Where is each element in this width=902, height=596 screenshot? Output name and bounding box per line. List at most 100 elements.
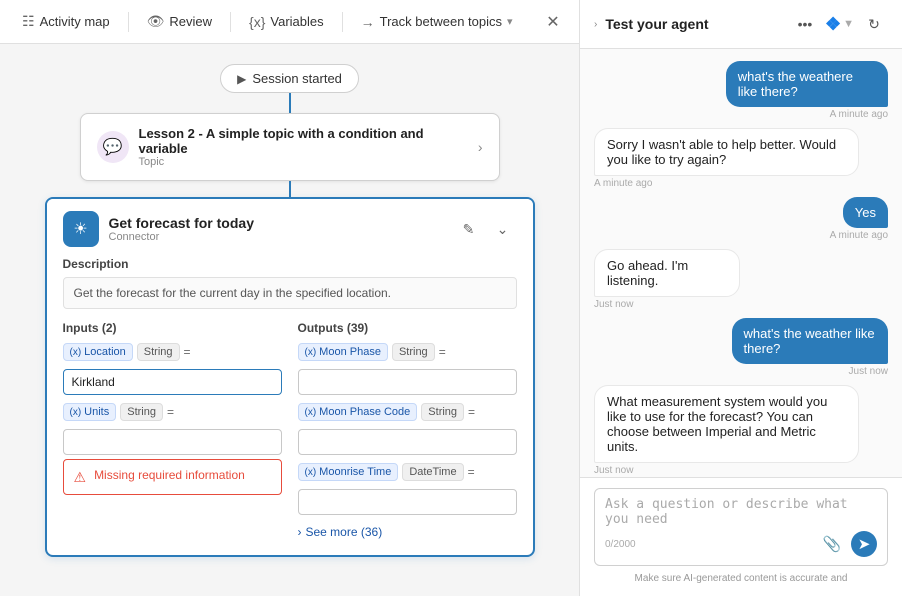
message-6: What measurement system would you like t… bbox=[594, 385, 859, 463]
moonrise-time-input[interactable] bbox=[298, 489, 517, 515]
input-row-location: (x) Location String = bbox=[63, 343, 282, 361]
nav-review[interactable]: 👁 Review bbox=[137, 7, 222, 36]
edit-button[interactable]: ✎ bbox=[455, 215, 483, 243]
attach-button[interactable]: 📎 bbox=[819, 531, 845, 557]
chat-input[interactable] bbox=[605, 497, 877, 527]
moon-phase-code-type-badge: String bbox=[421, 403, 464, 421]
connector-body: Description Get the forecast for the cur… bbox=[47, 257, 533, 555]
outputs-header: Outputs (39) bbox=[298, 321, 517, 335]
message-5-time: Just now bbox=[849, 366, 888, 377]
top-nav: ☷ Activity map 👁 Review {x} Variables → … bbox=[0, 0, 579, 44]
moon-phase-code-input[interactable] bbox=[298, 429, 517, 455]
message-6-time: Just now bbox=[594, 465, 633, 476]
chat-panel-title: Test your agent bbox=[605, 16, 783, 32]
message-2: Sorry I wasn't able to help better. Woul… bbox=[594, 128, 859, 176]
review-icon: 👁 bbox=[147, 13, 165, 30]
topic-chevron-icon: › bbox=[478, 139, 483, 155]
location-input[interactable] bbox=[63, 369, 282, 395]
refresh-button[interactable]: ↻ bbox=[860, 10, 888, 38]
location-eq: = bbox=[184, 345, 191, 359]
session-started-node: ▶ Session started bbox=[220, 64, 359, 93]
description-label: Description bbox=[63, 257, 517, 271]
error-text: Missing required information bbox=[94, 468, 245, 482]
chat-messages: what's the weathere like there? A minute… bbox=[580, 49, 902, 477]
moon-phase-eq: = bbox=[439, 345, 446, 359]
units-var-badge: (x) Units bbox=[63, 403, 117, 421]
expand-button[interactable]: ⌄ bbox=[489, 215, 517, 243]
inputs-column: Inputs (2) (x) Location String = bbox=[63, 321, 282, 539]
message-3: Yes bbox=[843, 197, 888, 228]
input-row-units: (x) Units String = bbox=[63, 403, 282, 421]
connector-title: Get forecast for today bbox=[109, 215, 445, 231]
nav-track-between-topics[interactable]: → Track between topics ▾ bbox=[351, 8, 523, 36]
connector-type: Connector bbox=[109, 231, 445, 243]
output-row-moon-phase-code: (x) Moon Phase Code String = bbox=[298, 403, 517, 421]
more-options-button[interactable]: ••• bbox=[791, 10, 819, 38]
moon-phase-code-eq: = bbox=[468, 405, 475, 419]
error-box: ⚠ Missing required information bbox=[63, 459, 282, 495]
topic-icon: 💬 bbox=[97, 131, 129, 163]
nav-activity-map[interactable]: ☷ Activity map bbox=[12, 7, 120, 36]
message-4-time: Just now bbox=[594, 299, 633, 310]
message-1-time: A minute ago bbox=[830, 109, 888, 120]
chat-disclaimer: Make sure AI-generated content is accura… bbox=[594, 572, 888, 586]
message-1: what's the weathere like there? bbox=[726, 61, 888, 107]
nav-divider-3 bbox=[342, 12, 343, 32]
see-more-button[interactable]: › See more (36) bbox=[298, 525, 517, 539]
output-row-moon-phase: (x) Moon Phase String = bbox=[298, 343, 517, 361]
connector-actions: ✎ ⌄ bbox=[455, 215, 517, 243]
nav-divider-1 bbox=[128, 12, 129, 32]
nav-divider-2 bbox=[230, 12, 231, 32]
moonrise-time-var-badge: (x) Moonrise Time bbox=[298, 463, 399, 481]
track-dropdown-icon: ▾ bbox=[507, 15, 513, 28]
units-input[interactable] bbox=[63, 429, 282, 455]
track-icon: → bbox=[361, 14, 375, 30]
topic-title: Lesson 2 - A simple topic with a conditi… bbox=[139, 126, 468, 156]
flow-line-2 bbox=[289, 181, 291, 197]
outputs-column: Outputs (39) (x) Moon Phase String = bbox=[298, 321, 517, 539]
chat-title-dot: › bbox=[594, 19, 597, 30]
moonrise-time-type-badge: DateTime bbox=[402, 463, 463, 481]
close-button[interactable]: ✕ bbox=[539, 8, 567, 36]
message-2-time: A minute ago bbox=[594, 178, 652, 189]
send-button[interactable]: ➤ bbox=[851, 531, 877, 557]
moon-phase-var-badge: (x) Moon Phase bbox=[298, 343, 388, 361]
nav-variables[interactable]: {x} Variables bbox=[239, 8, 334, 36]
play-icon: ▶ bbox=[237, 72, 246, 86]
chat-input-box: 0/2000 📎 ➤ bbox=[594, 488, 888, 566]
output-row-moonrise-time: (x) Moonrise Time DateTime = bbox=[298, 463, 517, 481]
moonrise-time-eq: = bbox=[468, 465, 475, 479]
topic-node[interactable]: 💬 Lesson 2 - A simple topic with a condi… bbox=[80, 113, 500, 181]
moon-phase-input[interactable] bbox=[298, 369, 517, 395]
io-row: Inputs (2) (x) Location String = bbox=[63, 321, 517, 539]
moon-phase-type-badge: String bbox=[392, 343, 435, 361]
left-panel: ☷ Activity map 👁 Review {x} Variables → … bbox=[0, 0, 580, 596]
brand-logo: ❖ ▼ bbox=[825, 14, 854, 35]
units-type-badge: String bbox=[120, 403, 163, 421]
moon-phase-code-var-badge: (x) Moon Phase Code bbox=[298, 403, 418, 421]
inputs-header: Inputs (2) bbox=[63, 321, 282, 335]
header-icons: ••• ❖ ▼ ↻ bbox=[791, 10, 888, 38]
chat-footer: 0/2000 📎 ➤ Make sure AI-generated conten… bbox=[580, 477, 902, 596]
topic-subtitle: Topic bbox=[139, 156, 468, 168]
connector-card: ☀ Get forecast for today Connector ✎ ⌄ D… bbox=[45, 197, 535, 557]
location-var-badge: (x) Location bbox=[63, 343, 133, 361]
see-more-arrow: › bbox=[298, 525, 302, 539]
message-4: Go ahead. I'm listening. bbox=[594, 249, 740, 297]
char-count: 0/2000 bbox=[605, 539, 636, 550]
error-icon: ⚠ bbox=[74, 469, 87, 486]
chat-actions: 📎 ➤ bbox=[819, 531, 877, 557]
flow-line-1 bbox=[289, 93, 291, 113]
location-type-badge: String bbox=[137, 343, 180, 361]
map-icon: ☷ bbox=[22, 13, 35, 30]
description-text: Get the forecast for the current day in … bbox=[63, 277, 517, 309]
right-panel: › Test your agent ••• ❖ ▼ ↻ what's the w… bbox=[580, 0, 902, 596]
canvas-area: ▶ Session started 💬 Lesson 2 - A simple … bbox=[0, 44, 579, 596]
connector-icon: ☀ bbox=[63, 211, 99, 247]
variables-icon: {x} bbox=[249, 14, 265, 30]
chat-header: › Test your agent ••• ❖ ▼ ↻ bbox=[580, 0, 902, 49]
units-eq: = bbox=[167, 405, 174, 419]
message-5: what's the weather like there? bbox=[732, 318, 888, 364]
connector-header: ☀ Get forecast for today Connector ✎ ⌄ bbox=[47, 199, 533, 257]
message-3-time: A minute ago bbox=[830, 230, 888, 241]
